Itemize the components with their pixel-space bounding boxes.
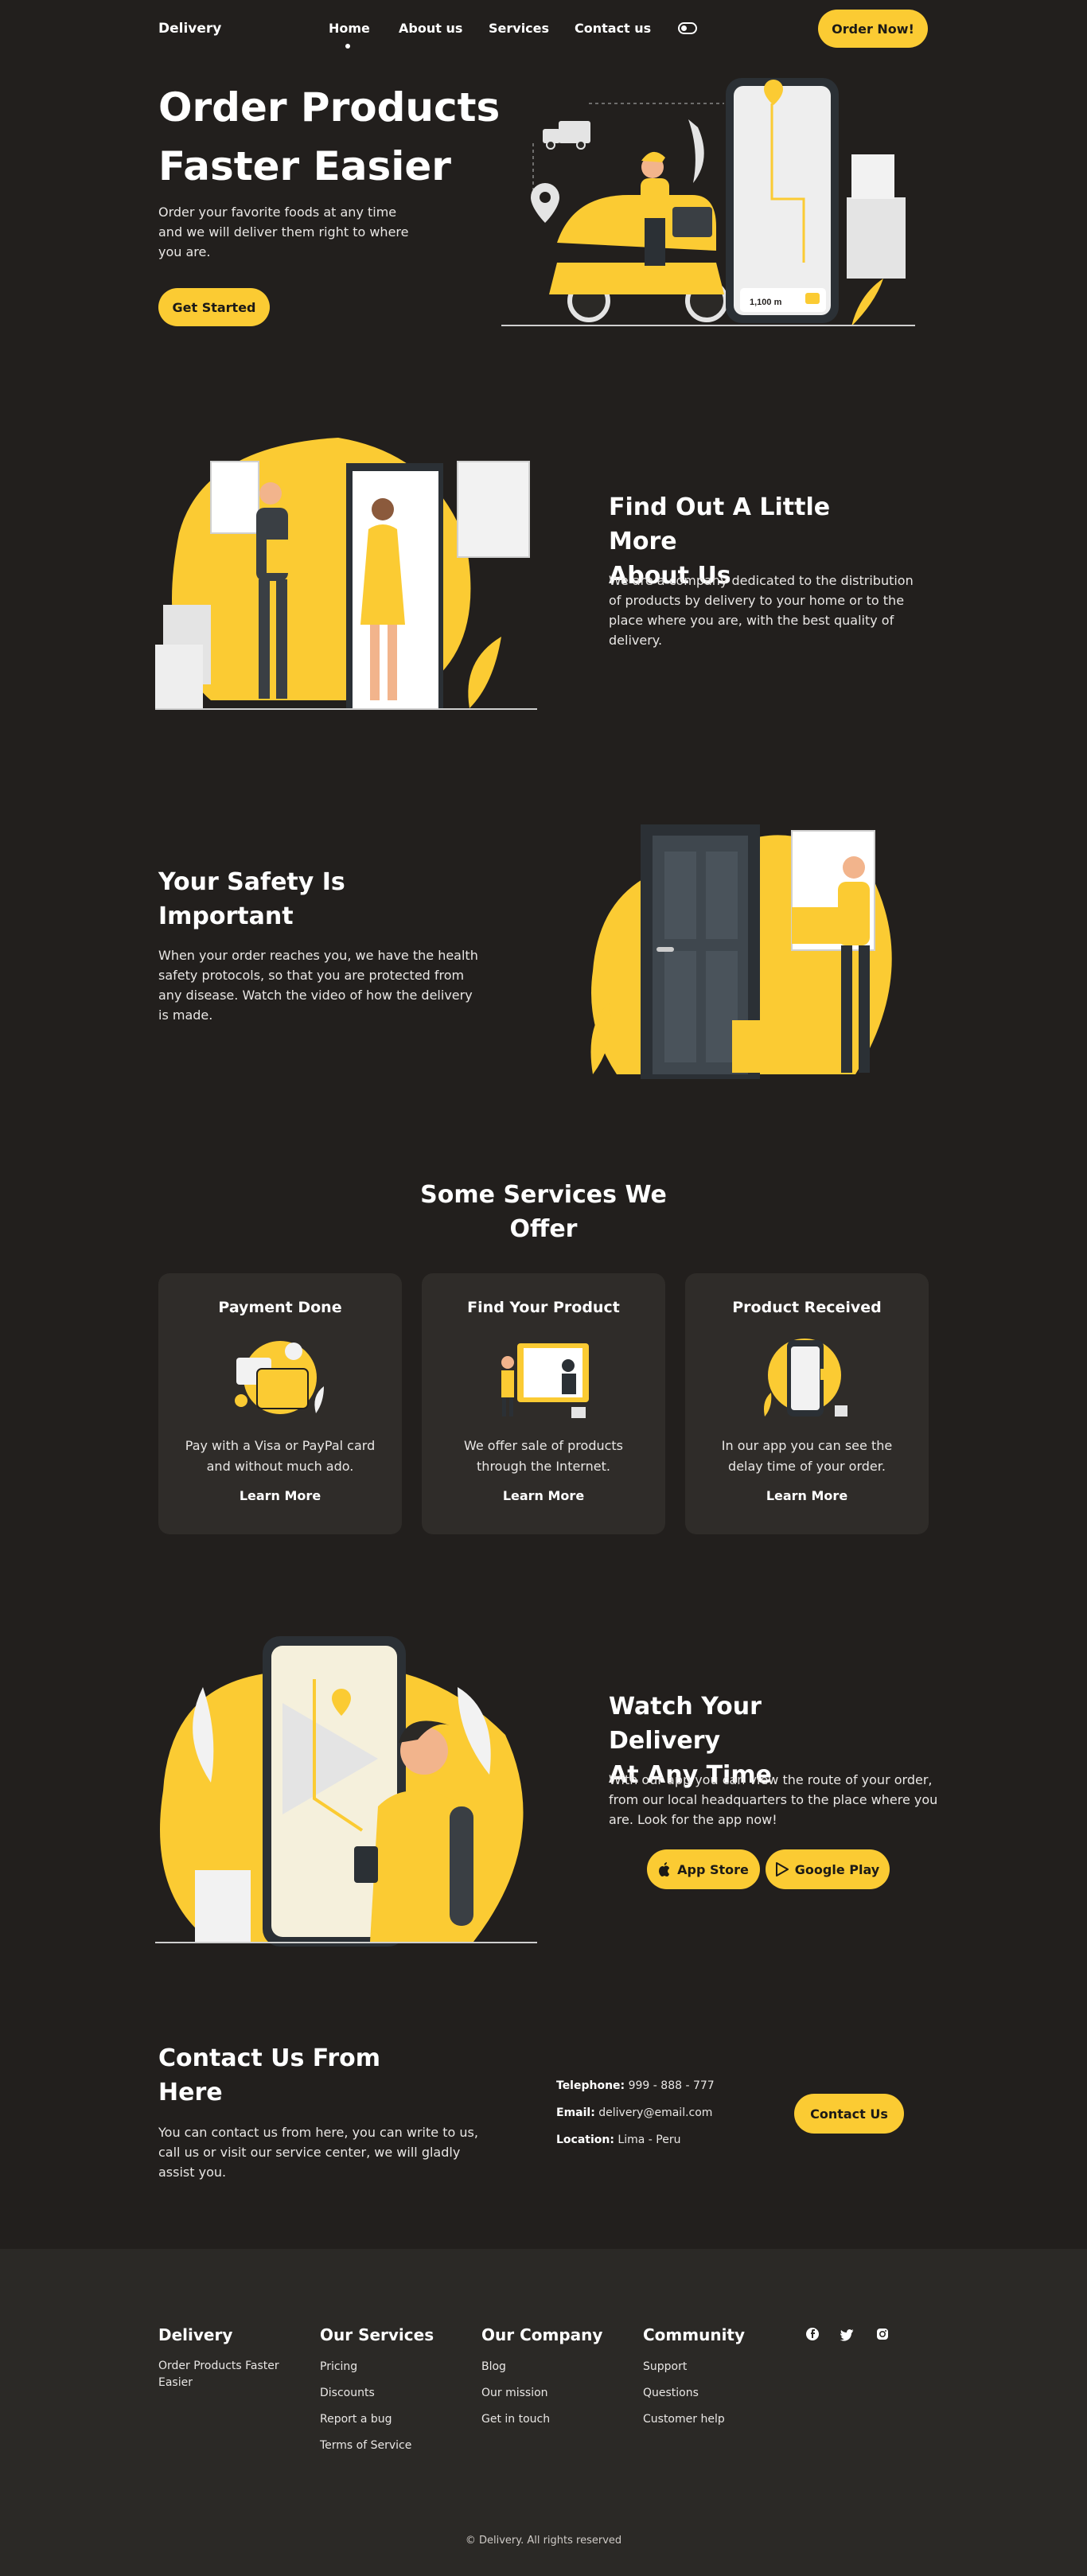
- footer-services-title: Our Services: [320, 2325, 434, 2344]
- services-title: Some Services We Offer: [0, 1178, 1087, 1246]
- twitter-icon[interactable]: [840, 2327, 855, 2341]
- google-play-icon: [775, 1862, 789, 1876]
- safety-title-line1: Your Safety Is: [158, 868, 345, 896]
- service-card-find: Find Your Product We offer sale of produ…: [422, 1273, 665, 1534]
- safety-title: Your Safety Is Important: [158, 865, 397, 933]
- telephone-value: 999 - 888 - 777: [628, 2079, 715, 2092]
- location-label: Location:: [556, 2134, 614, 2146]
- service-card-received: Product Received In our app you can see …: [685, 1273, 929, 1534]
- app-store-button[interactable]: App Store: [647, 1849, 760, 1889]
- nav-link-services[interactable]: Services: [489, 21, 549, 36]
- nav-link-home[interactable]: Home: [329, 21, 370, 36]
- service-card-title: Product Received: [732, 1299, 882, 1316]
- email-label: Email:: [556, 2106, 595, 2119]
- hero-title: Order Products Faster Easier: [158, 78, 532, 196]
- footer-link-terms[interactable]: Terms of Service: [320, 2439, 411, 2452]
- contact-telephone: Telephone: 999 - 888 - 777: [556, 2079, 715, 2092]
- footer-link-get-in-touch[interactable]: Get in touch: [481, 2413, 550, 2426]
- contact-title-line1: Contact Us From: [158, 2044, 381, 2072]
- theme-toggle-icon[interactable]: [678, 22, 697, 34]
- hero-title-line1: Order Products: [158, 84, 501, 131]
- location-value: Lima - Peru: [618, 2134, 681, 2146]
- footer-link-blog[interactable]: Blog: [481, 2360, 506, 2373]
- hero-illustration: 1,100 m: [501, 78, 915, 326]
- service-card-text: We offer sale of products through the In…: [463, 1438, 624, 1474]
- apple-icon: [659, 1862, 670, 1876]
- about-text: We are a company dedicated to the distri…: [609, 573, 914, 648]
- service-card-text: In our app you can see the delay time of…: [721, 1438, 893, 1474]
- navbar: Delivery Home About us Services Contact …: [0, 0, 1087, 57]
- product-received-illustration: [764, 1339, 847, 1417]
- service-card-title: Find Your Product: [467, 1299, 620, 1316]
- contact-title: Contact Us From Here: [158, 2041, 413, 2110]
- safety-text: When your order reaches you, we have the…: [158, 948, 478, 1023]
- footer-link-discounts[interactable]: Discounts: [320, 2387, 375, 2399]
- watch-illustration: [155, 1636, 537, 1947]
- copyright: © Delivery. All rights reserved: [465, 2535, 622, 2547]
- hero-text: Order your favorite foods at any time an…: [158, 205, 409, 259]
- hero-title-line2: Faster Easier: [158, 143, 451, 189]
- footer-link-support[interactable]: Support: [643, 2360, 687, 2373]
- nav-link-about[interactable]: About us: [399, 21, 462, 36]
- telephone-label: Telephone:: [556, 2079, 625, 2092]
- footer-link-report-bug[interactable]: Report a bug: [320, 2413, 392, 2426]
- watch-text: With our app you can view the route of y…: [609, 1772, 938, 1827]
- find-product-illustration: [501, 1343, 589, 1418]
- footer-community-title: Community: [643, 2325, 746, 2344]
- footer-company-title: Our Company: [481, 2325, 603, 2344]
- services-title-line1: Some Services We: [420, 1181, 667, 1209]
- watch-title-line1: Watch Your Delivery: [609, 1693, 762, 1755]
- about-illustration: [155, 438, 537, 710]
- footer-link-mission[interactable]: Our mission: [481, 2387, 548, 2399]
- phone-distance-label: 1,100 m: [750, 298, 782, 307]
- service-card-text: Pay with a Visa or PayPal card and witho…: [185, 1438, 376, 1474]
- app-store-label: App Store: [677, 1861, 749, 1877]
- footer-brand-text: Order Products Faster Easier: [158, 2360, 279, 2389]
- service-card-payment: Payment Done Pay with a Visa or PayPal c…: [158, 1273, 402, 1534]
- location-pin-icon: [531, 183, 559, 223]
- service-card-title: Payment Done: [218, 1299, 342, 1316]
- services-title-line2: Offer: [509, 1215, 578, 1243]
- facebook-icon[interactable]: [805, 2327, 820, 2341]
- payment-illustration: [235, 1341, 324, 1414]
- nav-link-contact[interactable]: Contact us: [575, 21, 651, 36]
- contact-email: Email: delivery@email.com: [556, 2106, 712, 2119]
- google-play-button[interactable]: Google Play: [766, 1849, 890, 1889]
- instagram-icon[interactable]: [875, 2327, 890, 2341]
- learn-more-link[interactable]: Learn More: [422, 1488, 665, 1503]
- contact-text: You can contact us from here, you can wr…: [158, 2125, 478, 2180]
- safety-title-line2: Important: [158, 902, 294, 930]
- order-now-button[interactable]: Order Now!: [818, 10, 928, 48]
- learn-more-link[interactable]: Learn More: [685, 1488, 929, 1503]
- learn-more-link[interactable]: Learn More: [158, 1488, 402, 1503]
- truck-icon: [543, 121, 590, 150]
- google-play-label: Google Play: [794, 1861, 880, 1877]
- footer-link-questions[interactable]: Questions: [643, 2387, 699, 2399]
- page: Delivery Home About us Services Contact …: [0, 0, 1087, 2576]
- about-title-line1: Find Out A Little More: [609, 493, 831, 555]
- contact-title-line2: Here: [158, 2079, 223, 2106]
- safety-illustration: [590, 824, 892, 1079]
- nav-logo[interactable]: Delivery: [158, 21, 221, 37]
- active-indicator: [345, 44, 350, 49]
- footer-link-pricing[interactable]: Pricing: [320, 2360, 357, 2373]
- contact-location: Location: Lima - Peru: [556, 2134, 680, 2146]
- footer-link-customer-help[interactable]: Customer help: [643, 2413, 725, 2426]
- footer-brand[interactable]: Delivery: [158, 2325, 232, 2344]
- email-value[interactable]: delivery@email.com: [598, 2106, 712, 2119]
- contact-us-button[interactable]: Contact Us: [794, 2094, 904, 2134]
- get-started-button[interactable]: Get Started: [158, 288, 270, 326]
